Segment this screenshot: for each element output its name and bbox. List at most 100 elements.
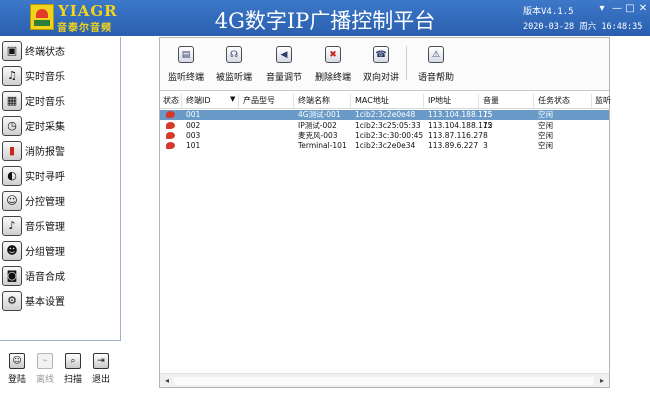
cell-volume: 15 bbox=[483, 110, 493, 119]
sidebar-item-terminal-status[interactable]: ▣ 终端状态 bbox=[2, 39, 120, 62]
sidebar-item-realtime-paging[interactable]: ◐ 实时寻呼 bbox=[2, 164, 120, 187]
column-divider bbox=[238, 94, 239, 108]
voice-help-button[interactable]: ⚠ 语音帮助 bbox=[415, 46, 457, 83]
cell-mac: 1cib2:3c:30:00:45 bbox=[355, 131, 424, 140]
sidebar-item-fire-alarm[interactable]: ▮ 消防报警 bbox=[2, 139, 120, 162]
close-icon[interactable]: ✕ bbox=[637, 4, 649, 14]
column-header-terminal-id[interactable]: 终端ID bbox=[186, 95, 211, 106]
toolbar: ▤ 监听终端 ☊ 被监听端 ◀ 音量调节 ✖ 删除终端 ☎ 双向对讲 ⚠ 语音帮… bbox=[160, 38, 609, 91]
cell-ip: 113.87.116.27 bbox=[428, 131, 483, 140]
column-header-ip[interactable]: IP地址 bbox=[428, 95, 451, 106]
monitored-terminal-button[interactable]: ☊ 被监听端 bbox=[214, 46, 254, 83]
sidebar-item-label: 定时采集 bbox=[25, 122, 65, 133]
sidebar-item-label: 终端状态 bbox=[25, 47, 65, 58]
table-row[interactable]: 001 4G测试-001 1cib2:3c2e0e48 113.104.188.… bbox=[160, 110, 609, 120]
clock-icon: ◷ bbox=[2, 115, 22, 136]
sidebar-item-label: 音乐管理 bbox=[25, 222, 65, 233]
column-header-monitor[interactable]: 监听 bbox=[595, 95, 611, 106]
sidebar: ▣ 终端状态 ♫ 实时音乐 ▦ 定时音乐 ◷ 定时采集 ▮ 消防报警 ◐ 实时寻… bbox=[0, 37, 121, 341]
monitor-terminal-label: 监听终端 bbox=[167, 73, 204, 83]
offline-icon: ⌁ bbox=[37, 353, 53, 369]
cell-mac: 1cib2:3c2e0e48 bbox=[355, 110, 416, 119]
offline-label: 离线 bbox=[35, 375, 54, 385]
status-offline-icon bbox=[166, 122, 175, 129]
horizontal-scrollbar[interactable]: ◂ ▸ bbox=[160, 373, 609, 387]
cell-task-status: 空闲 bbox=[538, 131, 553, 140]
scroll-left-icon[interactable]: ◂ bbox=[161, 375, 173, 387]
datetime-label: 2020-03-28 周六 16:48:35 bbox=[523, 22, 643, 32]
column-header-task-status[interactable]: 任务状态 bbox=[538, 95, 570, 106]
sidebar-item-label: 定时音乐 bbox=[25, 97, 65, 108]
sidebar-item-scheduled-music[interactable]: ▦ 定时音乐 bbox=[2, 89, 120, 112]
exit-button[interactable]: ⇥ 退出 bbox=[88, 353, 114, 385]
scan-button[interactable]: ⌕ 扫描 bbox=[60, 353, 86, 385]
sidebar-item-music-management[interactable]: ♪ 音乐管理 bbox=[2, 214, 120, 237]
headphone-icon: ☊ bbox=[226, 46, 242, 63]
monitor-icon: ▣ bbox=[2, 40, 22, 61]
column-divider bbox=[423, 94, 424, 108]
column-header-volume[interactable]: 音量 bbox=[483, 95, 499, 106]
volume-adjust-button[interactable]: ◀ 音量调节 bbox=[264, 46, 304, 83]
exit-label: 退出 bbox=[91, 375, 110, 385]
scroll-right-icon[interactable]: ▸ bbox=[596, 375, 608, 387]
cell-volume: 3 bbox=[483, 141, 488, 150]
column-divider bbox=[533, 94, 534, 108]
version-label: 版本V4.1.5 bbox=[523, 7, 574, 17]
login-button[interactable]: ☺ 登陆 bbox=[4, 353, 30, 385]
scrollbar-thumb[interactable] bbox=[174, 377, 594, 385]
cell-terminal-id: 001 bbox=[186, 110, 201, 119]
sidebar-item-group-management[interactable]: ☻ 分组管理 bbox=[2, 239, 120, 262]
status-offline-icon bbox=[166, 142, 175, 149]
title-bar: YIAGR 音泰尔音频 4G数字IP广播控制平台 版本V4.1.5 2020-0… bbox=[0, 0, 650, 36]
status-offline-icon bbox=[166, 132, 175, 139]
sidebar-item-label: 实时寻呼 bbox=[25, 172, 65, 183]
volume-adjust-label: 音量调节 bbox=[265, 73, 302, 83]
login-icon: ☺ bbox=[9, 353, 25, 369]
table-row[interactable]: 003 麦克风-003 1cib2:3c:30:00:45 113.87.116… bbox=[160, 131, 609, 141]
column-header-mac[interactable]: MAC地址 bbox=[355, 95, 389, 106]
column-header-name[interactable]: 终端名称 bbox=[298, 95, 330, 106]
delete-terminal-label: 删除终端 bbox=[314, 73, 351, 83]
sidebar-item-label: 基本设置 bbox=[25, 297, 65, 308]
table-row[interactable]: 002 IP测试-002 1cib2:3c25:05:33 113.104.18… bbox=[160, 121, 609, 131]
speech-icon: ◙ bbox=[2, 265, 22, 286]
intercom-button[interactable]: ☎ 双向对讲 bbox=[361, 46, 401, 83]
monitor-terminal-icon: ▤ bbox=[178, 46, 194, 63]
maximize-icon[interactable]: □ bbox=[624, 4, 636, 14]
dropdown-menu-icon[interactable]: ▾ bbox=[596, 4, 608, 14]
login-label: 登陆 bbox=[7, 375, 26, 385]
delete-terminal-button[interactable]: ✖ 删除终端 bbox=[313, 46, 353, 83]
group-icon: ☻ bbox=[2, 240, 22, 261]
music-icon: ♫ bbox=[2, 65, 22, 86]
calendar-icon: ▦ bbox=[2, 90, 22, 111]
exit-icon: ⇥ bbox=[93, 353, 109, 369]
cell-terminal-id: 002 bbox=[186, 121, 201, 130]
cell-name: IP测试-002 bbox=[298, 121, 337, 130]
cell-terminal-id: 101 bbox=[186, 141, 201, 150]
column-header-status[interactable]: 状态 bbox=[163, 95, 179, 106]
cell-volume: 8 bbox=[483, 131, 488, 140]
column-divider bbox=[181, 94, 182, 108]
table-header: 状态 终端ID ▼ 产品型号 终端名称 MAC地址 IP地址 音量 任务状态 监… bbox=[160, 93, 611, 109]
column-divider bbox=[478, 94, 479, 108]
sidebar-item-sub-control[interactable]: ☺ 分控管理 bbox=[2, 189, 120, 212]
sidebar-item-realtime-music[interactable]: ♫ 实时音乐 bbox=[2, 64, 120, 87]
sidebar-item-label: 语音合成 bbox=[25, 272, 65, 283]
sidebar-item-label: 分组管理 bbox=[25, 247, 65, 258]
table-row[interactable]: 101 Terminal-101 1cib2:3c2e0e34 113.89.6… bbox=[160, 141, 609, 151]
sidebar-item-basic-settings[interactable]: ⚙ 基本设置 bbox=[2, 289, 120, 312]
sort-desc-icon: ▼ bbox=[230, 95, 236, 103]
monitor-terminal-button[interactable]: ▤ 监听终端 bbox=[166, 46, 206, 83]
warning-icon: ⚠ bbox=[428, 46, 444, 63]
sidebar-item-speech-synthesis[interactable]: ◙ 语音合成 bbox=[2, 264, 120, 287]
scan-icon: ⌕ bbox=[65, 353, 81, 369]
cell-task-status: 空闲 bbox=[538, 141, 553, 150]
voice-help-label: 语音帮助 bbox=[417, 73, 454, 83]
status-offline-icon bbox=[166, 111, 175, 118]
cell-name: 4G测试-001 bbox=[298, 110, 341, 119]
sidebar-item-scheduled-capture[interactable]: ◷ 定时采集 bbox=[2, 114, 120, 137]
offline-button[interactable]: ⌁ 离线 bbox=[32, 353, 58, 385]
column-header-model[interactable]: 产品型号 bbox=[243, 95, 275, 106]
column-divider bbox=[350, 94, 351, 108]
minimize-icon[interactable]: — bbox=[611, 4, 623, 14]
